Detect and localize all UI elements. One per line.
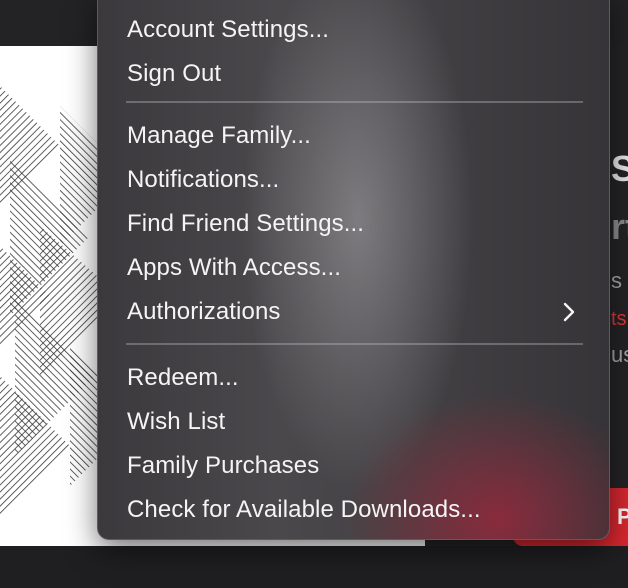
menu-item-notifications[interactable]: Notifications... [98, 158, 609, 202]
menu-item-label: Apps With Access... [127, 254, 341, 281]
panel-accent-fragment: ts [611, 308, 627, 330]
menu-item-find-friend-settings[interactable]: Find Friend Settings... [98, 202, 609, 246]
menu-item-redeem[interactable]: Redeem... [98, 356, 609, 400]
menu-item-label: Notifications... [127, 166, 280, 193]
menu-item-wish-list[interactable]: Wish List [98, 400, 609, 444]
menu-item-label: Sign Out [127, 60, 222, 87]
panel-title-fragment: S [611, 148, 628, 189]
menu-item-family-purchases[interactable]: Family Purchases [98, 444, 609, 488]
menu-item-manage-family[interactable]: Manage Family... [98, 114, 609, 158]
menu-item-account-settings[interactable]: Account Settings... [98, 8, 609, 52]
account-menu: Account Settings... Sign Out Manage Fami… [97, 0, 610, 540]
panel-info-fragment: us [611, 342, 628, 367]
menu-separator [126, 343, 583, 345]
menu-item-check-downloads[interactable]: Check for Available Downloads... [98, 488, 609, 532]
menu-item-apps-with-access[interactable]: Apps With Access... [98, 246, 609, 290]
menu-separator [126, 101, 583, 103]
panel-subtitle-fragment: rt [611, 206, 628, 247]
menu-item-authorizations[interactable]: Authorizations [98, 290, 609, 334]
menu-item-label: Wish List [127, 408, 226, 435]
chevron-right-icon [563, 302, 575, 322]
menu-item-label: Redeem... [127, 364, 239, 391]
menu-item-sign-out[interactable]: Sign Out [98, 52, 609, 96]
menu-item-label: Manage Family... [127, 122, 311, 149]
menu-item-label: Check for Available Downloads... [127, 496, 481, 523]
panel-meta-fragment: s [611, 268, 622, 293]
menu-item-label: Family Purchases [127, 452, 320, 479]
menu-item-label: Find Friend Settings... [127, 210, 365, 237]
window-bottom-area [0, 546, 628, 588]
menu-item-label: Account Settings... [127, 16, 330, 43]
menu-item-label: Authorizations [127, 298, 281, 325]
